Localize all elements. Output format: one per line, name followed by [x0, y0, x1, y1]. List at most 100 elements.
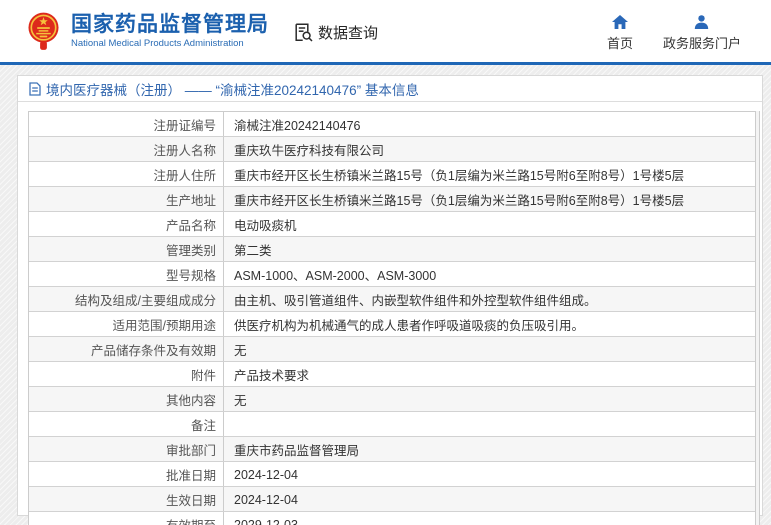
- data-query-label: 数据查询: [318, 24, 379, 42]
- row-label-text: 管理类别: [165, 244, 216, 258]
- row-label: 批准日期: [29, 462, 224, 486]
- panel-header: 境内医疗器械（注册） —— “渝械注准20242140476” 基本信息: [18, 76, 762, 102]
- row-label: 有效期至: [29, 512, 224, 525]
- table-row: 有效期至 2029-12-03: [29, 511, 755, 525]
- row-label-text: 附件: [190, 369, 216, 383]
- row-value: 供医疗机构为机械通气的成人患者作呼吸道吸痰的负压吸引用。: [224, 312, 755, 336]
- row-label: 其他内容: [29, 387, 224, 411]
- row-label-text: 结构及组成/主要组成成分: [75, 294, 216, 308]
- row-value-text: 重庆市经开区长生桥镇米兰路15号（负1层编为米兰路15号附6至附8号）1号楼5层: [234, 169, 685, 183]
- table-row: 批准日期 2024-12-04: [29, 461, 755, 486]
- detail-panel: 境内医疗器械（注册） —— “渝械注准20242140476” 基本信息 注册证…: [17, 75, 763, 525]
- row-value-text: 第二类: [234, 244, 272, 258]
- row-value: 由主机、吸引管道组件、内嵌型软件组件和外控型软件组件组成。: [224, 287, 755, 311]
- row-value: 第二类: [224, 237, 755, 261]
- table-row: 备注: [29, 411, 755, 436]
- row-label-text: 注册人名称: [153, 144, 216, 158]
- page-title: 境内医疗器械（注册） —— “渝械注准20242140476” 基本信息: [46, 82, 419, 98]
- row-label: 备注: [29, 412, 224, 436]
- table-row: 产品储存条件及有效期 无: [29, 336, 755, 361]
- table-row: 注册证编号 渝械注准20242140476: [29, 112, 755, 136]
- row-value-text: 2024-12-04: [234, 467, 298, 482]
- org-name-en: National Medical Products Administration: [71, 37, 244, 49]
- row-label: 审批部门: [29, 437, 224, 461]
- table-row: 审批部门 重庆市药品监督管理局: [29, 436, 755, 461]
- national-emblem-icon: [28, 12, 59, 50]
- row-label: 注册人住所: [29, 162, 224, 186]
- table-row: 产品名称 电动吸痰机: [29, 211, 755, 236]
- row-label-text: 产品储存条件及有效期: [90, 344, 216, 358]
- row-label: 产品储存条件及有效期: [29, 337, 224, 361]
- org-name-cn: 国家药品监督管理局: [71, 12, 269, 36]
- row-label: 附件: [29, 362, 224, 386]
- data-query-icon: [295, 22, 313, 42]
- row-value: 无: [224, 387, 755, 411]
- row-value: 无: [224, 337, 755, 361]
- row-value-text: 2024-12-04: [234, 492, 298, 507]
- data-query-button[interactable]: 数据查询: [293, 22, 378, 43]
- row-label: 注册人名称: [29, 137, 224, 161]
- row-value: 重庆市经开区长生桥镇米兰路15号（负1层编为米兰路15号附6至附8号）1号楼5层: [224, 187, 755, 211]
- row-label-text: 有效期至: [166, 515, 216, 525]
- table-row: 生产地址 重庆市经开区长生桥镇米兰路15号（负1层编为米兰路15号附6至附8号）1…: [29, 186, 755, 211]
- row-label: 型号规格: [29, 262, 224, 286]
- row-value-text: 产品技术要求: [234, 369, 310, 383]
- row-value: ASM-1000、ASM-2000、ASM-3000: [224, 262, 755, 286]
- page-body: 境内医疗器械（注册） —— “渝械注准20242140476” 基本信息 注册证…: [0, 65, 771, 525]
- row-label: 注册证编号: [29, 112, 224, 136]
- row-value-text: 无: [234, 394, 247, 408]
- row-value: 电动吸痰机: [224, 212, 755, 236]
- row-label-text: 型号规格: [165, 269, 216, 283]
- row-value: [224, 412, 755, 436]
- registration-info-table: 注册证编号 渝械注准20242140476 注册人名称 重庆玖牛医疗科技有限公司 注册人…: [28, 111, 756, 525]
- table-row: 附件 产品技术要求: [29, 361, 755, 386]
- nav-label: 首页: [606, 35, 633, 51]
- table-row: 管理类别 第二类: [29, 236, 755, 261]
- row-label-text: 其他内容: [165, 394, 216, 408]
- document-icon: [29, 81, 41, 96]
- brand-block: 国家药品监督管理局 National Medical Products Admi…: [71, 13, 269, 50]
- top-nav: 首页 政务服务门户: [606, 14, 741, 52]
- row-label: 结构及组成/主要组成成分: [29, 287, 224, 311]
- row-value-text: 2029-12-03: [234, 517, 298, 525]
- table-row: 注册人名称 重庆玖牛医疗科技有限公司: [29, 136, 755, 161]
- row-label-text: 生效日期: [165, 494, 216, 508]
- home-icon: [611, 14, 628, 29]
- row-value-text: 供医疗机构为机械通气的成人患者作呼吸道吸痰的负压吸引用。: [234, 319, 585, 333]
- row-value-text: 重庆玖牛医疗科技有限公司: [234, 144, 385, 158]
- nav-label: 政务服务门户: [662, 35, 741, 51]
- row-value-text: 渝械注准20242140476: [234, 119, 361, 133]
- table-row: 生效日期 2024-12-04: [29, 486, 755, 511]
- row-value: 2029-12-03: [224, 512, 755, 525]
- row-label-text: 适用范围/预期用途: [112, 319, 216, 333]
- row-value-text: 由主机、吸引管道组件、内嵌型软件组件和外控型软件组件组成。: [234, 294, 597, 308]
- person-icon: [695, 14, 709, 29]
- row-value: 重庆市药品监督管理局: [224, 437, 755, 461]
- row-value-text: 重庆市药品监督管理局: [234, 444, 360, 458]
- site-header: 国家药品监督管理局 National Medical Products Admi…: [0, 0, 771, 62]
- row-value: 2024-12-04: [224, 487, 755, 511]
- table-row: 其他内容 无: [29, 386, 755, 411]
- row-label-text: 备注: [190, 419, 216, 433]
- table-row: 型号规格 ASM-1000、ASM-2000、ASM-3000: [29, 261, 755, 286]
- row-label: 适用范围/预期用途: [29, 312, 224, 336]
- row-value: 渝械注准20242140476: [224, 112, 755, 136]
- row-value: 2024-12-04: [224, 462, 755, 486]
- nav-item-gov-portal[interactable]: 政务服务门户: [662, 14, 741, 52]
- row-label-text: 批准日期: [165, 469, 216, 483]
- row-value-text: ASM-1000、ASM-2000、ASM-3000: [234, 269, 437, 283]
- row-label: 生产地址: [29, 187, 224, 211]
- nav-item-home[interactable]: 首页: [606, 14, 633, 52]
- row-value-text: 重庆市经开区长生桥镇米兰路15号（负1层编为米兰路15号附6至附8号）1号楼5层: [234, 194, 685, 208]
- row-label: 产品名称: [29, 212, 224, 236]
- row-label-text: 产品名称: [165, 219, 216, 233]
- row-value-text: 无: [234, 344, 247, 358]
- row-value-text: 电动吸痰机: [234, 219, 297, 233]
- row-label-text: 审批部门: [165, 444, 216, 458]
- row-value: 产品技术要求: [224, 362, 755, 386]
- table-row: 结构及组成/主要组成成分 由主机、吸引管道组件、内嵌型软件组件和外控型软件组件组成…: [29, 286, 755, 311]
- table-row: 注册人住所 重庆市经开区长生桥镇米兰路15号（负1层编为米兰路15号附6至附8号）…: [29, 161, 755, 186]
- row-label-text: 注册人住所: [153, 169, 216, 183]
- row-value: 重庆市经开区长生桥镇米兰路15号（负1层编为米兰路15号附6至附8号）1号楼5层: [224, 162, 755, 186]
- row-label: 管理类别: [29, 237, 224, 261]
